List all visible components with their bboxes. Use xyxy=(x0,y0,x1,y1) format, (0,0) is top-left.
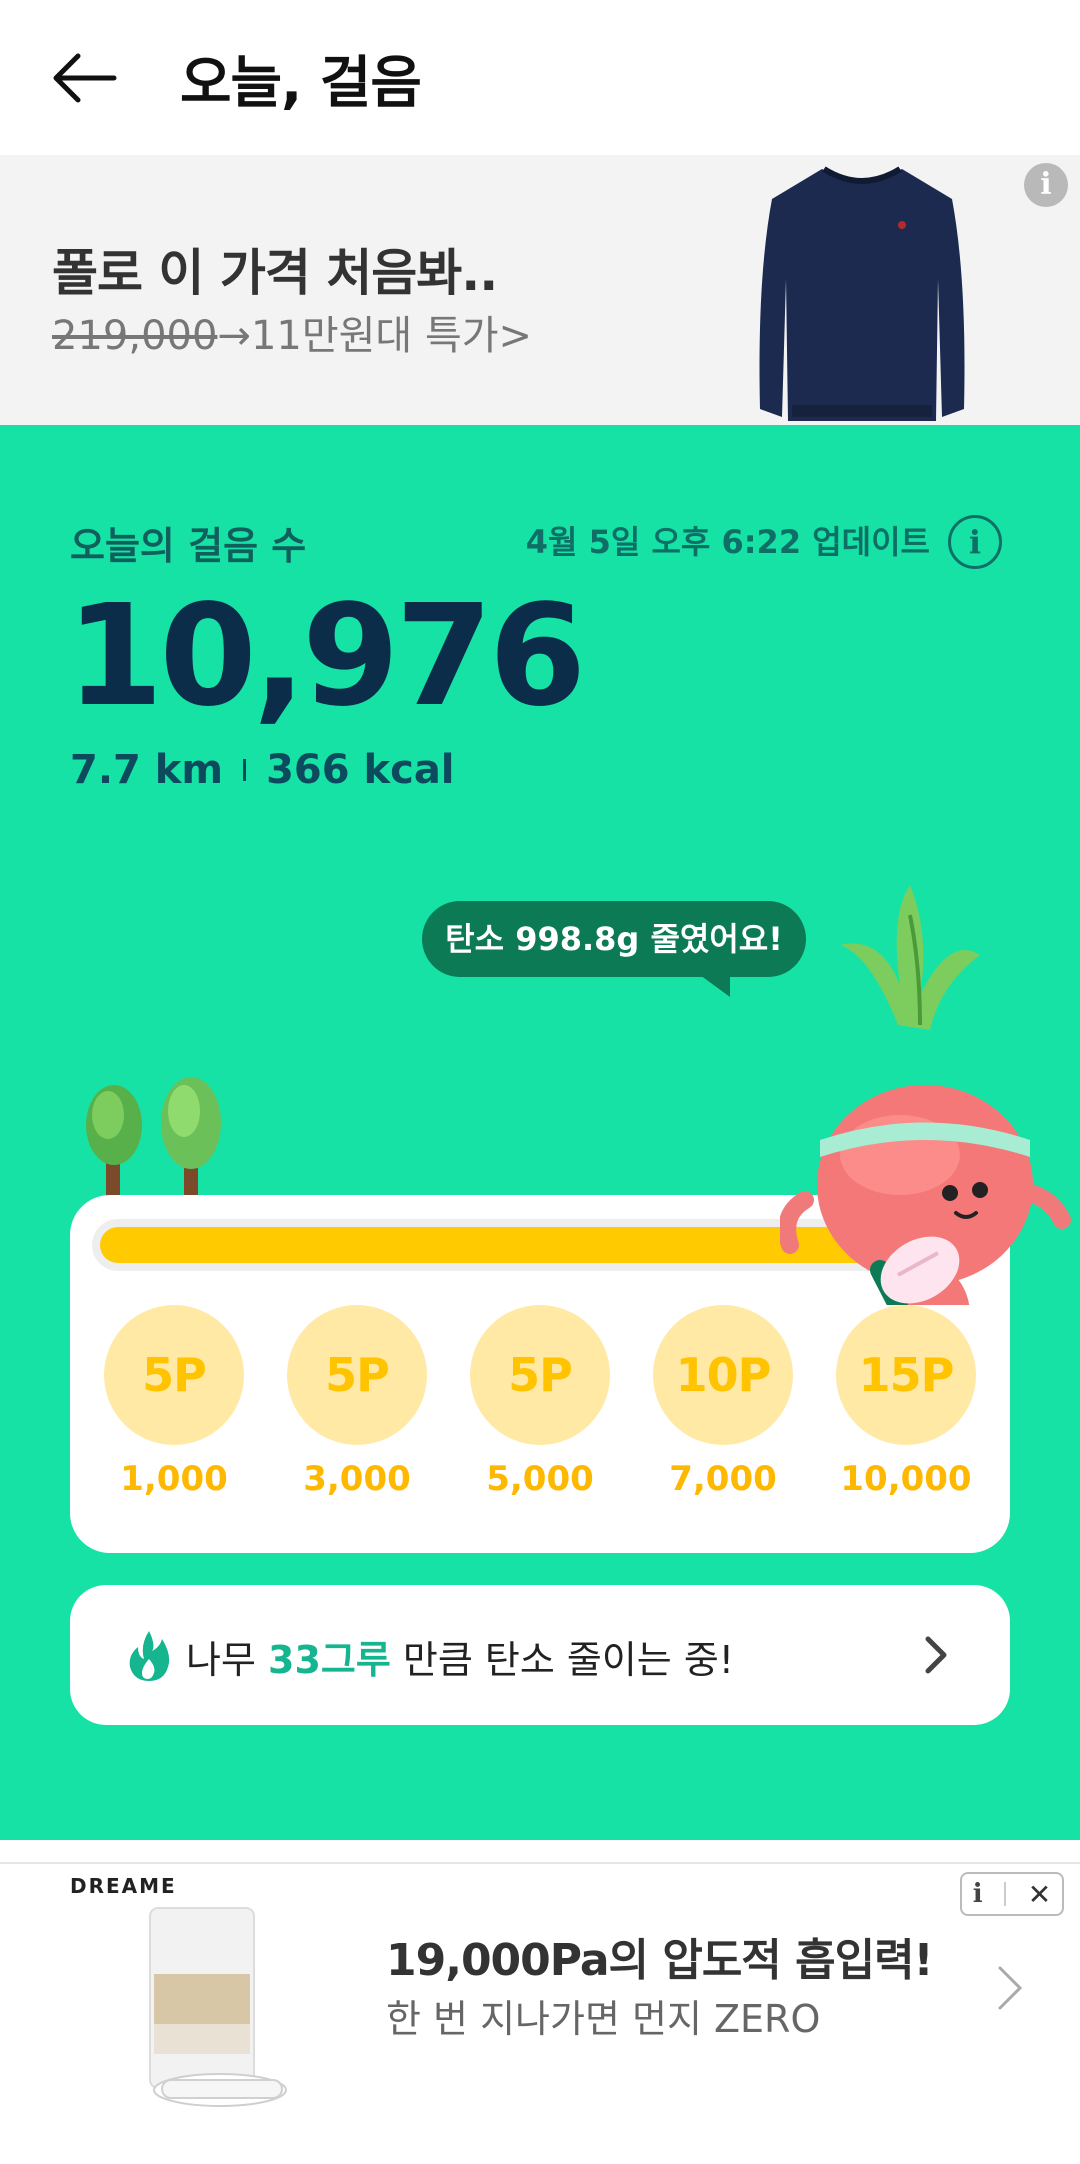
reward-goal: 10,000 xyxy=(840,1459,972,1499)
sweater-image xyxy=(759,166,965,421)
trees-illustration xyxy=(86,1077,221,1205)
reward-goal: 5,000 xyxy=(486,1459,594,1499)
ad-original-price: 219,000 xyxy=(52,313,218,359)
reward-points: 15P xyxy=(836,1305,976,1445)
steps-count: 10,976 xyxy=(66,575,586,738)
update-time: 4월 5일 오후 6:22 업데이트 xyxy=(525,523,930,561)
carbon-reduction-text: 나무 33그루 만큼 탄소 줄이는 중! xyxy=(186,1629,734,1684)
badge-divider xyxy=(1004,1882,1007,1906)
reward-10000[interactable]: 15P 10,000 xyxy=(836,1305,976,1499)
flame-icon xyxy=(129,1631,170,1681)
carbon-prefix: 나무 xyxy=(186,1638,268,1682)
chevron-right-icon xyxy=(925,1636,947,1674)
ad-title: 19,000Pa의 압도적 흡입력! xyxy=(386,1935,934,1986)
carbon-speech-bubble: 탄소 998.8g 줄였어요! xyxy=(422,901,806,977)
reward-points: 5P xyxy=(287,1305,427,1445)
calories-value: 366 kcal xyxy=(266,747,455,793)
reward-7000[interactable]: 10P 7,000 xyxy=(653,1305,793,1499)
ad-choices-badge[interactable]: i ✕ xyxy=(960,1872,1064,1916)
chevron-right-icon[interactable] xyxy=(996,1964,1024,2012)
back-arrow-icon[interactable] xyxy=(48,48,120,108)
steps-section: 오늘의 걸음 수 4월 5일 오후 6:22 업데이트 i 10,976 7.7… xyxy=(0,425,1080,1840)
steps-label: 오늘의 걸음 수 xyxy=(70,524,307,568)
reward-5000[interactable]: 5P 5,000 xyxy=(470,1305,610,1499)
steps-stats: 7.7 km 366 kcal xyxy=(70,747,455,793)
reward-goal: 1,000 xyxy=(120,1459,228,1499)
reward-3000[interactable]: 5P 3,000 xyxy=(287,1305,427,1499)
bottom-ad-banner[interactable]: DREAME i ✕ 19,000Pa의 압도적 흡입력! 한 번 지나가면 먼… xyxy=(0,1864,1080,2164)
reward-1000[interactable]: 5P 1,000 xyxy=(104,1305,244,1499)
robot-vacuum-image xyxy=(149,1907,287,2107)
close-icon[interactable]: ✕ xyxy=(1028,1878,1051,1911)
distance-value: 7.7 km xyxy=(70,747,224,793)
reward-points: 10P xyxy=(653,1305,793,1445)
stats-divider xyxy=(243,759,247,781)
ad-subtitle: 한 번 지나가면 먼지 ZERO xyxy=(386,1997,821,2041)
app-header: 오늘, 걸음 xyxy=(0,0,1080,155)
carbon-suffix: 만큼 탄소 줄이는 중! xyxy=(390,1638,735,1682)
top-ad-banner[interactable]: 폴로 이 가격 처음봐.. 219,000→11만원대 특가> i xyxy=(0,155,1080,425)
reward-points: 5P xyxy=(104,1305,244,1445)
carbon-reduction-card[interactable]: 나무 33그루 만큼 탄소 줄이는 중! xyxy=(70,1585,1010,1725)
ad-info-icon[interactable]: i xyxy=(1024,163,1068,207)
ad-title: 폴로 이 가격 처음봐.. xyxy=(52,244,498,302)
ad-subtitle: 219,000→11만원대 특가> xyxy=(52,303,532,361)
steps-info-icon[interactable]: i xyxy=(948,515,1002,569)
brand-logo: DREAME xyxy=(70,1874,177,1898)
reward-goal: 7,000 xyxy=(669,1459,777,1499)
tree-count: 33그루 xyxy=(268,1638,391,1682)
ad-sale-text: →11만원대 특가> xyxy=(217,313,533,359)
reward-points: 5P xyxy=(470,1305,610,1445)
radish-mascot-illustration xyxy=(780,885,1071,1305)
reward-goal: 3,000 xyxy=(303,1459,411,1499)
speech-bubble-tail xyxy=(700,975,730,997)
page-title: 오늘, 걸음 xyxy=(180,51,422,116)
ad-info-icon[interactable]: i xyxy=(973,1879,983,1909)
